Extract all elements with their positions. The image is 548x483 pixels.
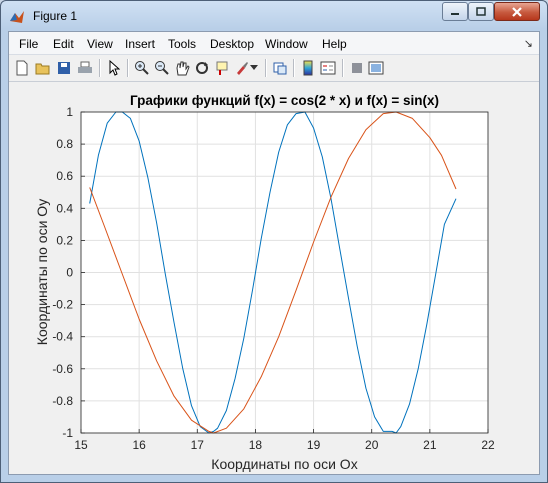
minimize-button[interactable] [442,2,468,21]
menu-view[interactable]: View [87,37,113,51]
print-icon[interactable] [76,59,94,77]
menu-desktop[interactable]: Desktop [210,37,254,51]
x-tick-label: 17 [191,438,205,452]
title-bar[interactable]: Figure 1 [1,1,547,31]
close-icon [512,6,522,17]
y-tick-label: -0.2 [52,298,73,312]
window-title: Figure 1 [33,9,78,23]
y-tick-label: -0.6 [52,362,73,376]
y-tick-label: -0.4 [52,330,73,344]
matlab-app-icon [9,9,25,25]
menu-insert[interactable]: Insert [125,37,155,51]
toolbar-separator [293,59,295,77]
data-cursor-icon[interactable] [213,59,231,77]
toolbar-separator [99,59,101,77]
figure-client-area: File Edit View Insert Tools Desktop Wind… [8,31,540,475]
y-axis-label: Координаты по оси Oy [34,199,50,345]
menu-help[interactable]: Help [322,37,347,51]
legend-icon[interactable] [319,59,337,77]
x-tick-label: 20 [365,438,379,452]
y-tick-label: 0 [66,266,73,280]
maximize-icon [476,6,486,16]
menu-bar: File Edit View Insert Tools Desktop Wind… [9,32,539,55]
maximize-button[interactable] [468,2,494,21]
y-tick-label: -1 [62,426,73,440]
link-plot-icon[interactable] [271,59,289,77]
x-tick-label: 16 [132,438,146,452]
y-tick-label: 0.8 [56,137,73,151]
close-button[interactable] [494,2,540,21]
menu-window[interactable]: Window [265,37,308,51]
x-axis-label: Координаты по оси Ox [211,456,357,472]
x-tick-label: 19 [307,438,321,452]
x-tick-label: 21 [423,438,437,452]
y-tick-label: 1 [66,105,73,119]
hide-plot-tools-icon[interactable] [348,59,366,77]
toolbar-separator [127,59,129,77]
colorbar-icon[interactable] [299,59,317,77]
pan-hand-icon[interactable] [173,59,191,77]
brush-dropdown-icon[interactable] [249,59,259,77]
y-tick-label: 0.2 [56,233,73,247]
y-tick-label: 0.4 [56,201,73,215]
edit-plot-arrow-icon[interactable] [105,59,123,77]
y-tick-label: 0.6 [56,169,73,183]
rotate-3d-icon[interactable] [193,59,211,77]
chart-title: Графики функций f(x) = cos(2 * x) и f(x)… [130,93,439,108]
figure-canvas: 15 16 17 18 19 20 21 22 -1 -0.8 -0.6 -0.4 -0.2 0 0.2 0.… [9,82,539,474]
minimize-icon [451,12,459,15]
menu-tools[interactable]: Tools [168,37,196,51]
figure-toolbar [9,55,539,82]
save-icon[interactable] [55,59,73,77]
x-tick-label: 22 [481,438,495,452]
dock-arrow-icon[interactable]: ↘ [524,37,533,50]
zoom-out-icon[interactable] [153,59,171,77]
y-tick-label: -0.8 [52,394,73,408]
x-tick-label: 15 [74,438,88,452]
menu-edit[interactable]: Edit [53,37,74,51]
menu-file[interactable]: File [19,37,38,51]
new-figure-icon[interactable] [13,59,31,77]
x-tick-label: 18 [249,438,263,452]
toolbar-separator [265,59,267,77]
zoom-in-icon[interactable] [133,59,151,77]
figure-window: Figure 1 File Edit View Insert Tools Des… [0,0,548,483]
open-file-icon[interactable] [34,59,52,77]
toolbar-separator [342,59,344,77]
chart-svg: 15 16 17 18 19 20 21 22 -1 -0.8 -0.6 -0.4 -0.2 0 0.2 0.… [34,93,495,472]
show-plot-tools-icon[interactable] [367,59,385,77]
